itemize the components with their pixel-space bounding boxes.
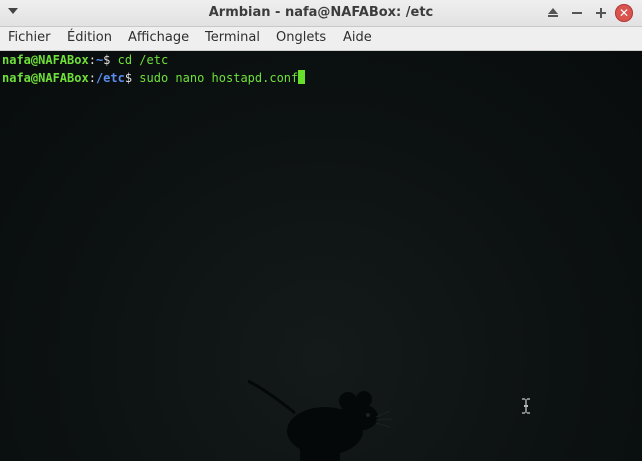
prompt-user-host: nafa@NAFABox: [2, 71, 89, 85]
prompt-separator: :: [88, 53, 96, 67]
menu-onglets[interactable]: Onglets: [276, 30, 326, 45]
close-icon: ✕: [618, 6, 630, 20]
prompt-separator: :: [88, 71, 96, 85]
prompt-user-host: nafa@NAFABox: [2, 53, 89, 67]
title-bar: Armbian - nafa@NAFABox: /etc ✕: [0, 0, 642, 27]
maximize-button[interactable]: [592, 4, 610, 22]
prompt-path: /etc: [95, 71, 125, 85]
terminal-line: nafa@NAFABox:/etc$ sudo nano hostapd.con…: [2, 70, 306, 85]
menu-bar: Fichier Édition Affichage Terminal Ongle…: [0, 27, 642, 51]
command-text: cd /etc: [117, 53, 169, 67]
text-cursor-ibeam-icon: [522, 398, 530, 414]
menu-aide[interactable]: Aide: [343, 30, 372, 45]
command-text: sudo nano hostapd.conf: [139, 71, 299, 85]
minimize-button[interactable]: [568, 4, 586, 22]
minimize-icon: [572, 12, 582, 14]
menu-fichier[interactable]: Fichier: [8, 30, 51, 45]
prompt-symbol: $: [124, 71, 140, 85]
terminal-area[interactable]: nafa@NAFABox:~$ cd /etc nafa@NAFABox:/et…: [0, 51, 642, 461]
terminal-line: nafa@NAFABox:~$ cd /etc: [2, 53, 168, 67]
shade-button[interactable]: [544, 4, 562, 22]
menu-affichage[interactable]: Affichage: [128, 30, 189, 45]
xfce-mouse-logo: [247, 379, 393, 461]
menu-terminal[interactable]: Terminal: [205, 30, 260, 45]
menu-edition[interactable]: Édition: [67, 30, 112, 45]
prompt-symbol: $: [103, 53, 118, 67]
shade-icon: [548, 8, 558, 14]
text-cursor: [298, 70, 306, 84]
close-button[interactable]: ✕: [615, 4, 633, 22]
